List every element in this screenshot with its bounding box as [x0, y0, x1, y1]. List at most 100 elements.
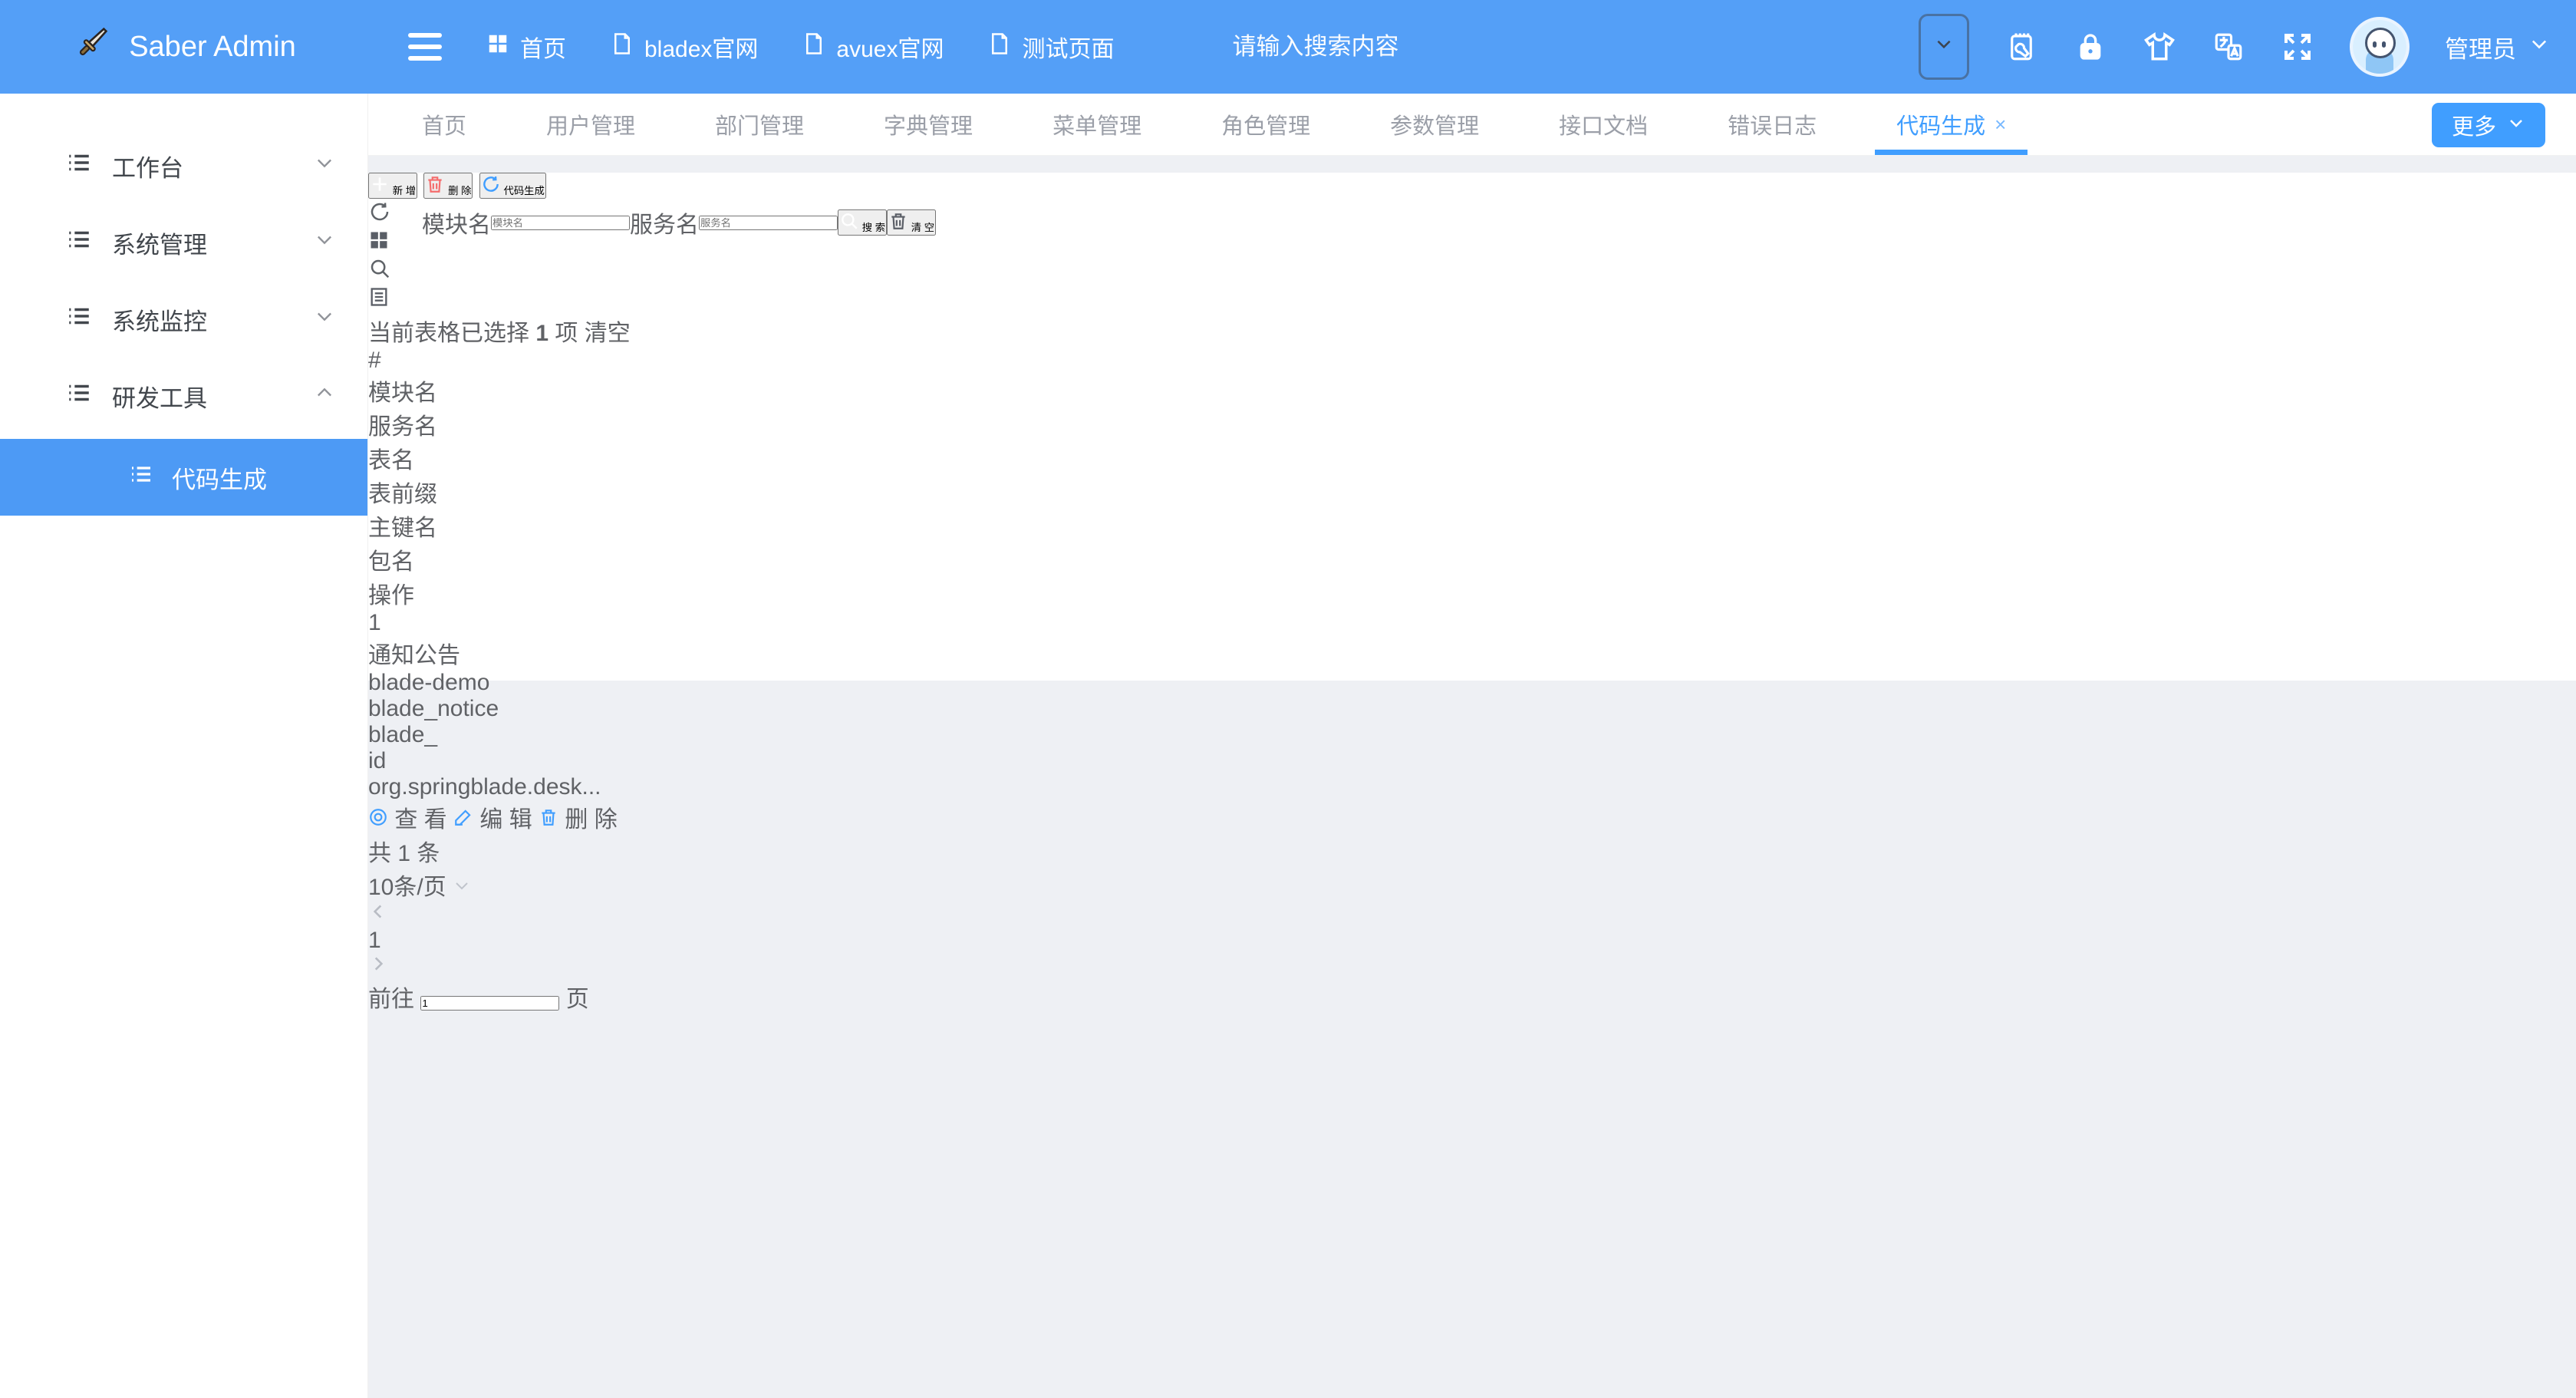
more-label: 更多	[2452, 109, 2496, 141]
table-header-row: # 模块名 服务名 表名 表前缀 主键名 包名 操作	[368, 348, 2576, 610]
sword-icon	[72, 23, 112, 71]
topnav-avuex-label: avuex官网	[836, 30, 944, 64]
filter-form: 模块名 服务名 搜 索 清 空	[422, 206, 936, 239]
grid-icon	[486, 32, 509, 61]
topnav-avuex[interactable]: avuex官网	[802, 30, 944, 64]
app-title: Saber Admin	[129, 31, 296, 64]
sidebar: 工作台 系统管理 系统监控 研发工具 代码生成	[0, 94, 368, 1398]
global-search-input[interactable]	[1232, 33, 1554, 61]
tab-user-management[interactable]: 用户管理	[506, 94, 675, 155]
trash-icon	[539, 807, 558, 833]
view-link[interactable]: 查 看	[368, 807, 453, 833]
selection-clear-link[interactable]: 清空	[585, 321, 631, 346]
tab-code-generation[interactable]: 代码生成 ×	[1856, 94, 2046, 155]
tab-dept-management[interactable]: 部门管理	[675, 94, 844, 155]
search-button[interactable]: 搜 索	[838, 209, 887, 236]
search-toggle-icon[interactable]	[368, 257, 2576, 286]
clear-button[interactable]: 清 空	[887, 209, 936, 236]
add-button[interactable]: 新 增	[368, 173, 417, 199]
lock-icon[interactable]	[2074, 30, 2107, 64]
tab-param-management[interactable]: 参数管理	[1350, 94, 1519, 155]
row-prefix: blade_	[368, 722, 2576, 748]
theme-shirt-icon[interactable]	[2143, 30, 2176, 64]
pagination: 共 1 条 10条/页 1 前往 页	[368, 834, 2576, 1014]
chevron-down-icon	[314, 229, 335, 256]
pagination-total: 共 1 条	[368, 841, 440, 866]
page-size-select[interactable]: 10条/页	[368, 868, 2576, 902]
clipboard-wrench-icon[interactable]	[2004, 30, 2038, 64]
data-table: # 模块名 服务名 表名 表前缀 主键名 包名 操作 1 通知公告 blade-…	[368, 348, 2576, 834]
table-row: 1 通知公告 blade-demo blade_notice blade_ id…	[368, 610, 2576, 834]
sidebar-item-code-generation[interactable]: 代码生成	[0, 439, 367, 516]
topnav-test-page[interactable]: 测试页面	[988, 30, 1114, 64]
fullscreen-icon[interactable]	[2281, 30, 2314, 64]
row-index: 1	[368, 610, 2576, 636]
goto-page-input[interactable]	[420, 996, 559, 1011]
tab-dict-management[interactable]: 字典管理	[844, 94, 1013, 155]
app-logo: Saber Admin	[0, 0, 368, 94]
goto-label: 前往	[368, 987, 414, 1012]
user-avatar[interactable]	[2350, 17, 2410, 77]
topnav-home-label: 首页	[520, 30, 566, 64]
user-menu[interactable]: 管理员	[2445, 30, 2550, 64]
trash-icon	[425, 185, 445, 196]
tab-error-log[interactable]: 错误日志	[1688, 94, 1856, 155]
sidebar-item-label: 代码生成	[172, 460, 267, 495]
tab-menu-management[interactable]: 菜单管理	[1013, 94, 1181, 155]
column-header: 模块名	[368, 374, 2576, 407]
selection-info: 当前表格已选择 1 项 清空	[368, 314, 2576, 348]
user-name: 管理员	[2445, 30, 2516, 64]
list-icon	[66, 226, 92, 259]
module-name-input[interactable]	[491, 216, 630, 230]
top-dropdown-button[interactable]	[1919, 14, 1969, 80]
code-generate-button[interactable]: 代码生成	[479, 173, 546, 199]
topnav-bladex[interactable]: bladex官网	[611, 30, 758, 64]
chevron-up-icon	[314, 382, 335, 410]
column-header: #	[368, 348, 2576, 374]
service-name-input[interactable]	[699, 216, 838, 230]
row-pk: id	[368, 748, 2576, 774]
document-icon	[988, 32, 1011, 61]
translate-icon[interactable]	[2212, 30, 2245, 64]
row-package: org.springblade.desk...	[368, 774, 2576, 800]
delete-link[interactable]: 删 除	[539, 807, 618, 833]
sidebar-item-dev-tools[interactable]: 研发工具	[0, 358, 367, 434]
edit-link[interactable]: 编 辑	[453, 807, 539, 833]
column-header: 主键名	[368, 509, 2576, 542]
close-icon[interactable]: ×	[1995, 113, 2006, 137]
list-icon	[66, 380, 92, 412]
current-page-button[interactable]: 1	[368, 928, 2576, 954]
column-header: 表前缀	[368, 475, 2576, 509]
sidebar-item-system-monitor[interactable]: 系统监控	[0, 281, 367, 358]
menu-list-icon[interactable]	[368, 286, 2576, 314]
module-name-label: 模块名	[422, 206, 491, 239]
tab-api-docs[interactable]: 接口文档	[1519, 94, 1688, 155]
trash-icon	[888, 222, 908, 233]
sidebar-item-system-management[interactable]: 系统管理	[0, 204, 367, 281]
topnav-home[interactable]: 首页	[486, 30, 566, 64]
topnav-bladex-label: bladex官网	[644, 30, 758, 64]
more-button[interactable]: 更多	[2432, 103, 2545, 147]
page-size-value: 10条/页	[368, 875, 446, 900]
sidebar-collapse-icon[interactable]	[408, 33, 442, 61]
list-icon	[129, 462, 153, 493]
next-page-button[interactable]	[368, 954, 2576, 980]
chevron-down-icon	[2528, 33, 2550, 61]
table-actions: 新 增 删 除 代码生成	[368, 173, 2576, 200]
delete-button[interactable]: 删 除	[423, 173, 473, 199]
document-icon	[802, 32, 825, 61]
refresh-icon	[481, 185, 501, 196]
row-service: blade-demo	[368, 670, 2576, 696]
sidebar-item-label: 系统监控	[112, 302, 314, 337]
column-header: 表名	[368, 441, 2576, 475]
chevron-down-icon	[453, 875, 471, 900]
tab-home[interactable]: 首页	[382, 94, 506, 155]
plus-icon	[370, 185, 390, 196]
sidebar-item-workbench[interactable]: 工作台	[0, 127, 367, 204]
service-name-label: 服务名	[630, 206, 699, 239]
prev-page-button[interactable]	[368, 902, 2576, 928]
selection-text: 当前表格已选择	[368, 321, 529, 346]
main-panel: 模块名 服务名 搜 索 清 空 新 增 删 除 代码生成	[368, 173, 2576, 681]
tab-role-management[interactable]: 角色管理	[1181, 94, 1350, 155]
chevron-down-icon	[1934, 34, 1954, 60]
